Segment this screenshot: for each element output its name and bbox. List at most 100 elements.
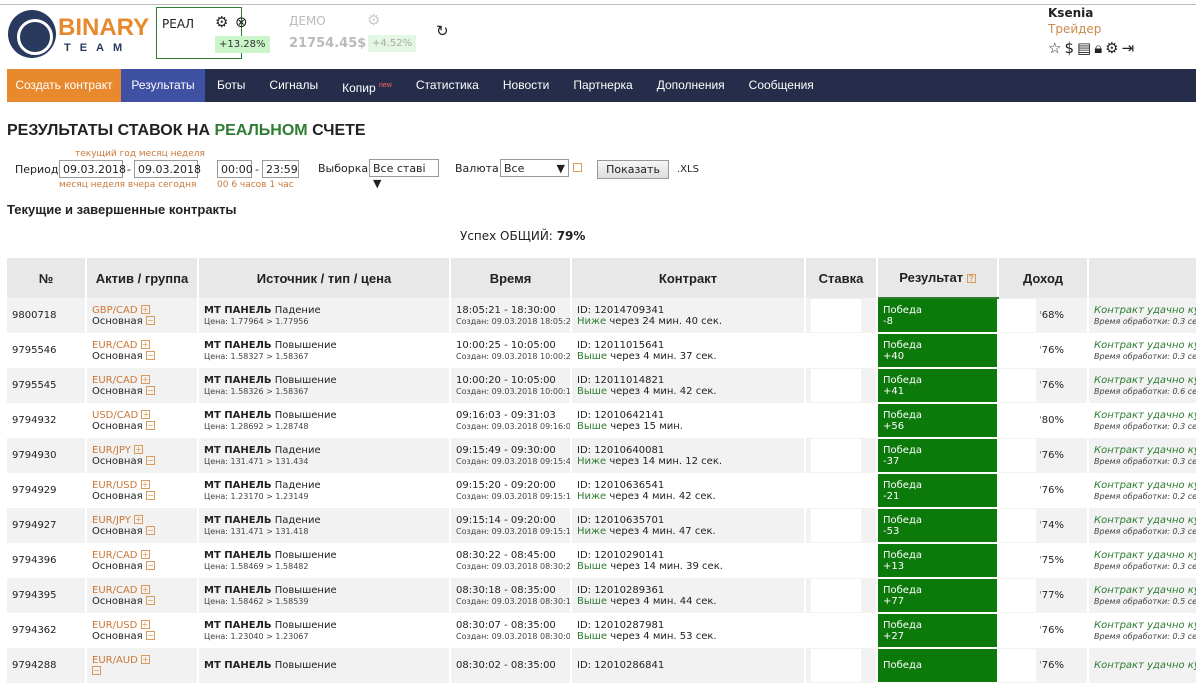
- table-row[interactable]: 9794932 USD/CAD + Основная − МТ ПАНЕЛЬ Повы…: [7, 403, 1196, 439]
- collapse-icon[interactable]: −: [145, 351, 155, 360]
- col-income[interactable]: Доход: [998, 258, 1089, 298]
- asset-link[interactable]: EUR/USD: [92, 620, 137, 631]
- direction: Выше: [577, 560, 608, 572]
- collapse-icon[interactable]: −: [145, 421, 155, 430]
- table-row[interactable]: 9795546 EUR/CAD + Основная − МТ ПАНЕЛЬ Повы…: [7, 333, 1196, 369]
- price-range: Цена: 1.58469 > 1.58482: [204, 561, 309, 571]
- col-time[interactable]: Время: [450, 258, 572, 298]
- asset-link[interactable]: EUR/JPY: [92, 515, 131, 526]
- time-from-input[interactable]: 00:00: [217, 160, 253, 178]
- star-icon[interactable]: ☆: [1048, 39, 1064, 57]
- demo-gear-icon[interactable]: ⚙: [367, 11, 380, 29]
- close-circle-icon[interactable]: ⊗: [235, 13, 248, 31]
- nav-create-contract[interactable]: Создать контракт: [7, 69, 121, 102]
- logo[interactable]: BINARY TEAM: [8, 10, 149, 60]
- time-quick-links[interactable]: 00 6 часов 1 час: [217, 180, 294, 190]
- table-row[interactable]: 9795545 EUR/CAD + Основная − МТ ПАНЕЛЬ Повы…: [7, 368, 1196, 404]
- help-icon[interactable]: ?: [966, 274, 976, 284]
- expand-icon[interactable]: +: [141, 410, 151, 419]
- table-row[interactable]: 9794395 EUR/CAD + Основная − МТ ПАНЕЛЬ Повы…: [7, 578, 1196, 614]
- asset-link[interactable]: EUR/CAD: [92, 375, 137, 386]
- expand-icon[interactable]: +: [134, 515, 144, 524]
- real-account-box[interactable]: РЕАЛ ⚙ ⊗ +13.28%: [156, 7, 270, 59]
- show-button[interactable]: Показать: [597, 160, 669, 179]
- asset-link[interactable]: EUR/CAD: [92, 550, 137, 561]
- expand-icon[interactable]: +: [140, 620, 150, 629]
- expand-icon[interactable]: +: [141, 655, 151, 664]
- logout-icon[interactable]: ⇥: [1122, 39, 1138, 57]
- nav-partner[interactable]: Партнерка: [561, 69, 644, 102]
- date-from-input[interactable]: 09.03.2018: [59, 160, 126, 178]
- col-stake[interactable]: Ставка: [805, 258, 878, 298]
- collapse-icon[interactable]: −: [145, 491, 155, 500]
- nav-copy[interactable]: Копир new: [330, 69, 404, 102]
- col-asset[interactable]: Актив / группа: [86, 258, 199, 298]
- cell-contract: ID: 12011014821 Выше через 4 мин. 42 сек.: [571, 368, 806, 403]
- col-contract[interactable]: Контракт: [571, 258, 806, 298]
- table-row[interactable]: 9800718 GBP/CAD + Основная − МТ ПАНЕЛЬ Паде…: [7, 298, 1196, 334]
- expand-icon[interactable]: +: [140, 585, 150, 594]
- expand-icon[interactable]: +: [140, 305, 150, 314]
- gear-icon[interactable]: ⚙: [1105, 39, 1121, 57]
- expand-icon[interactable]: +: [134, 445, 144, 454]
- col-number[interactable]: №: [7, 258, 87, 298]
- table-row[interactable]: 9794930 EUR/JPY + Основная − МТ ПАНЕЛЬ Паде…: [7, 438, 1196, 474]
- table-row[interactable]: 9794288 EUR/AUD + − МТ ПАНЕЛЬ Повышение 08:…: [7, 648, 1196, 684]
- collapse-icon[interactable]: −: [145, 596, 155, 605]
- user-role: Трейдер: [1048, 22, 1102, 36]
- table-row[interactable]: 9794362 EUR/USD + Основная − МТ ПАНЕЛЬ Повы…: [7, 613, 1196, 649]
- expand-icon[interactable]: +: [140, 550, 150, 559]
- collapse-icon[interactable]: −: [145, 526, 155, 535]
- selection-select[interactable]: Все ставі ▼: [369, 159, 439, 190]
- period-quick-links-bottom[interactable]: месяц неделя вчера сегодня: [59, 180, 196, 190]
- asset-link[interactable]: EUR/CAD: [92, 340, 137, 351]
- currency-select[interactable]: Все ▼: [500, 159, 569, 177]
- collapse-icon[interactable]: −: [145, 631, 155, 640]
- expand-icon[interactable]: +: [140, 375, 150, 384]
- col-source[interactable]: Источник / тип / цена: [198, 258, 451, 298]
- nav-signals[interactable]: Сигналы: [257, 69, 330, 102]
- demo-account-label[interactable]: ДЕМО: [289, 14, 326, 28]
- asset-link[interactable]: EUR/AUD: [92, 655, 138, 666]
- asset-link[interactable]: GBP/CAD: [92, 305, 138, 316]
- nav-news[interactable]: Новости: [491, 69, 561, 102]
- bet-type: Падение: [274, 514, 321, 526]
- asset-link[interactable]: EUR/JPY: [92, 445, 131, 456]
- status-message: Контракт удачно купл: [1094, 409, 1196, 421]
- expand-icon[interactable]: +: [140, 480, 150, 489]
- table-row[interactable]: 9794929 EUR/USD + Основная − МТ ПАНЕЛЬ Паде…: [7, 473, 1196, 509]
- time-to-input[interactable]: 23:59: [262, 160, 299, 178]
- nav-statistics[interactable]: Статистика: [404, 69, 491, 102]
- collapse-icon[interactable]: −: [145, 316, 155, 325]
- lock-icon[interactable]: 🔒︎: [1094, 39, 1105, 57]
- nav-messages[interactable]: Сообщения: [737, 69, 826, 102]
- date-to-input[interactable]: 09.03.2018: [134, 160, 201, 178]
- source-name: МТ ПАНЕЛЬ: [204, 584, 272, 596]
- expand-icon[interactable]: +: [140, 340, 150, 349]
- cell-time: 18:05:21 - 18:30:00 Создан: 09.03.2018 18…: [450, 298, 572, 333]
- col-result[interactable]: Результат ?: [877, 258, 999, 299]
- nav-results[interactable]: Результаты: [121, 69, 205, 102]
- collapse-icon[interactable]: −: [145, 561, 155, 570]
- table-row[interactable]: 9794927 EUR/JPY + Основная − МТ ПАНЕЛЬ Паде…: [7, 508, 1196, 544]
- collapse-icon[interactable]: −: [145, 386, 155, 395]
- user-name[interactable]: Ksenia: [1048, 6, 1137, 20]
- gear-icon[interactable]: ⚙: [215, 13, 228, 31]
- row-id: 9794927: [12, 520, 57, 531]
- nav-bots[interactable]: Боты: [205, 69, 257, 102]
- table-row[interactable]: 9794396 EUR/CAD + Основная − МТ ПАНЕЛЬ Повы…: [7, 543, 1196, 579]
- collapse-icon[interactable]: −: [92, 666, 101, 675]
- refresh-icon[interactable]: ↻: [436, 22, 449, 40]
- period-quick-links-top[interactable]: текущий год месяц неделя: [75, 149, 205, 159]
- asset-link[interactable]: EUR/CAD: [92, 585, 137, 596]
- asset-link[interactable]: EUR/USD: [92, 480, 137, 491]
- document-icon[interactable]: ▤: [1077, 39, 1094, 57]
- xls-export-link[interactable]: .XLS: [677, 164, 699, 175]
- collapse-icon[interactable]: −: [145, 456, 155, 465]
- price-range: Цена: 1.77964 > 1.77956: [204, 316, 309, 326]
- col-status[interactable]: [1088, 258, 1196, 298]
- nav-addons[interactable]: Дополнения: [645, 69, 737, 102]
- calculator-icon[interactable]: [573, 163, 582, 172]
- dollar-icon[interactable]: $: [1064, 39, 1077, 57]
- asset-link[interactable]: USD/CAD: [92, 410, 138, 421]
